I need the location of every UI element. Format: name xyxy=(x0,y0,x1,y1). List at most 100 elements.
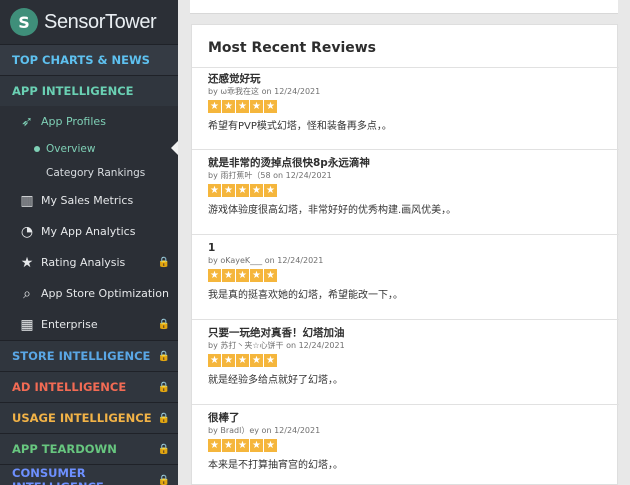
star-icon: ★ xyxy=(222,439,235,452)
review-item: 还感觉好玩 by ω乖我在这 on 12/24/2021 ★ ★ ★ ★ ★ 希望有PV… xyxy=(208,72,598,133)
review-date: 12/24/2021 xyxy=(285,171,332,180)
star-icon: ★ xyxy=(250,439,263,452)
star-rating: ★ ★ ★ ★ ★ xyxy=(208,100,598,113)
review-meta: by Bradl）ey on 12/24/2021 xyxy=(208,426,321,435)
sidebar-item-label: Rating Analysis xyxy=(41,256,126,269)
review-author[interactable]: 苏打丶夹☆心饼干 xyxy=(220,341,283,350)
review-date: 12/24/2021 xyxy=(298,341,345,350)
divider xyxy=(192,234,619,235)
review-author[interactable]: ω乖我在这 xyxy=(220,87,259,96)
sidebar-item-my-app-analytics[interactable]: ◔ My App Analytics xyxy=(0,216,178,247)
review-body: 希望有PVP模式幻塔，怪和装备再多点，。 xyxy=(208,121,392,132)
review-item: 很棒了 by Bradl）ey on 12/24/2021 ★ ★ ★ ★ ★ 本来是不… xyxy=(208,411,598,472)
star-icon: ★ xyxy=(208,269,221,282)
top-strip xyxy=(190,0,618,14)
sidebar-item-my-sales-metrics[interactable]: ▥ My Sales Metrics xyxy=(0,185,178,216)
review-author[interactable]: oKayeK___ xyxy=(220,256,262,265)
review-title: 就是非常的烫掉点很快8p永远滴神 xyxy=(208,157,370,169)
star-icon: ★ xyxy=(208,439,221,452)
section-label: STORE INTELLIGENCE xyxy=(12,349,151,363)
review-item: 1 by oKayeK___ on 12/24/2021 ★ ★ ★ ★ ★ 我是真的挺… xyxy=(208,241,598,302)
sidebar-subitem-overview[interactable]: Overview xyxy=(0,137,178,161)
sidebar-item-enterprise[interactable]: ▦ Enterprise 🔒 xyxy=(0,309,178,340)
lock-icon: 🔒 xyxy=(157,474,170,485)
review-item: 只要一玩绝对真香！幻塔加油 by 苏打丶夹☆心饼干 on 12/24/2021 … xyxy=(208,326,598,387)
lock-icon: 🔒 xyxy=(157,381,170,393)
section-usage-intelligence[interactable]: USAGE INTELLIGENCE 🔒 xyxy=(0,402,178,433)
star-rating: ★ ★ ★ ★ ★ xyxy=(208,184,598,197)
star-icon: ★ xyxy=(250,354,263,367)
review-meta: by 苏打丶夹☆心饼干 on 12/24/2021 xyxy=(208,341,345,350)
review-item: 就是非常的烫掉点很快8p永远滴神 by 雨打蕉叶（58 on 12/24/202… xyxy=(208,156,598,217)
review-body: 游戏体验度很高幻塔，非常好好的优秀构建.画风优美，。 xyxy=(208,205,457,216)
sidebar-subitem-label: Category Rankings xyxy=(46,167,146,179)
star-icon: ★ xyxy=(264,184,277,197)
star-icon: ★ xyxy=(222,269,235,282)
lock-icon: 🔒 xyxy=(157,257,170,268)
review-body: 我是真的挺喜欢她的幻塔，希望能改一下，。 xyxy=(208,290,403,301)
divider xyxy=(192,67,619,68)
lock-icon: 🔒 xyxy=(157,319,170,330)
section-label: USAGE INTELLIGENCE xyxy=(12,411,152,425)
star-icon: ★ xyxy=(264,269,277,282)
star-icon: ★ xyxy=(236,354,249,367)
review-title: 只要一玩绝对真香！幻塔加油 xyxy=(208,327,345,339)
sidebar-item-app-store-optimization[interactable]: ⌕ App Store Optimization xyxy=(0,278,178,309)
sidebar-item-app-profiles[interactable]: ➶ App Profiles xyxy=(0,106,178,137)
star-icon: ★ xyxy=(264,100,277,113)
lock-icon: 🔒 xyxy=(157,350,170,362)
active-pointer xyxy=(171,141,178,155)
star-icon: ★ xyxy=(222,184,235,197)
review-body: 就是经验多给点就好了幻塔，。 xyxy=(208,375,343,386)
section-label: CONSUMER INTELLIGENCE xyxy=(12,466,104,485)
brand-name: SensorTower xyxy=(44,10,157,33)
sidebar-subitem-category-rankings[interactable]: Category Rankings xyxy=(0,161,178,185)
divider xyxy=(192,404,619,405)
review-author[interactable]: 雨打蕉叶（58 xyxy=(220,171,270,180)
sensor-tower-logo-icon: S xyxy=(10,8,38,36)
star-icon: ★ xyxy=(222,354,235,367)
star-icon: ★ xyxy=(250,184,263,197)
star-icon: ★ xyxy=(208,184,221,197)
review-body: 本来是不打算抽宵宫的幻塔，。 xyxy=(208,460,343,471)
review-meta: by 雨打蕉叶（58 on 12/24/2021 xyxy=(208,171,332,180)
section-app-teardown[interactable]: APP TEARDOWN 🔒 xyxy=(0,433,178,464)
star-icon: ★ xyxy=(222,100,235,113)
sidebar: S SensorTower TOP CHARTS & NEWS APP INTE… xyxy=(0,0,178,485)
review-date: 12/24/2021 xyxy=(274,87,321,96)
star-rating: ★ ★ ★ ★ ★ xyxy=(208,439,598,452)
sidebar-item-label: App Profiles xyxy=(41,115,106,128)
review-date: 12/24/2021 xyxy=(277,256,324,265)
sidebar-item-rating-analysis[interactable]: ★ Rating Analysis 🔒 xyxy=(0,247,178,278)
section-top-charts-news[interactable]: TOP CHARTS & NEWS xyxy=(0,44,178,75)
brand-header[interactable]: S SensorTower xyxy=(0,0,178,44)
star-icon: ★ xyxy=(264,354,277,367)
review-author[interactable]: Bradl）ey xyxy=(220,426,259,435)
section-consumer-intelligence[interactable]: CONSUMER INTELLIGENCE 🔒 xyxy=(0,464,178,485)
cursor-icon: ➶ xyxy=(21,113,33,130)
star-icon: ★ xyxy=(208,100,221,113)
card-title: Most Recent Reviews xyxy=(208,40,377,56)
active-dot xyxy=(34,146,40,152)
star-icon: ★ xyxy=(20,254,34,271)
gauge-icon: ◔ xyxy=(20,223,34,240)
star-icon: ★ xyxy=(236,269,249,282)
star-icon: ★ xyxy=(208,354,221,367)
main-content: Most Recent Reviews 还感觉好玩 by ω乖我在这 on 12… xyxy=(178,0,630,485)
star-rating: ★ ★ ★ ★ ★ xyxy=(208,354,598,367)
star-icon: ★ xyxy=(236,184,249,197)
section-ad-intelligence[interactable]: AD INTELLIGENCE 🔒 xyxy=(0,371,178,402)
section-label: APP INTELLIGENCE xyxy=(12,84,134,98)
search-icon: ⌕ xyxy=(23,285,31,302)
sidebar-item-label: Enterprise xyxy=(41,318,98,331)
star-icon: ★ xyxy=(236,100,249,113)
sidebar-item-label: My App Analytics xyxy=(41,225,136,238)
bar-chart-icon: ▥ xyxy=(20,192,34,209)
sidebar-item-label: App Store Optimization xyxy=(41,287,169,300)
sidebar-item-label: My Sales Metrics xyxy=(41,194,134,207)
section-store-intelligence[interactable]: STORE INTELLIGENCE 🔒 xyxy=(0,340,178,371)
sidebar-subitem-label: Overview xyxy=(46,143,96,155)
section-app-intelligence[interactable]: APP INTELLIGENCE xyxy=(0,75,178,106)
reviews-card: Most Recent Reviews 还感觉好玩 by ω乖我在这 on 12… xyxy=(191,24,619,485)
divider xyxy=(192,319,619,320)
